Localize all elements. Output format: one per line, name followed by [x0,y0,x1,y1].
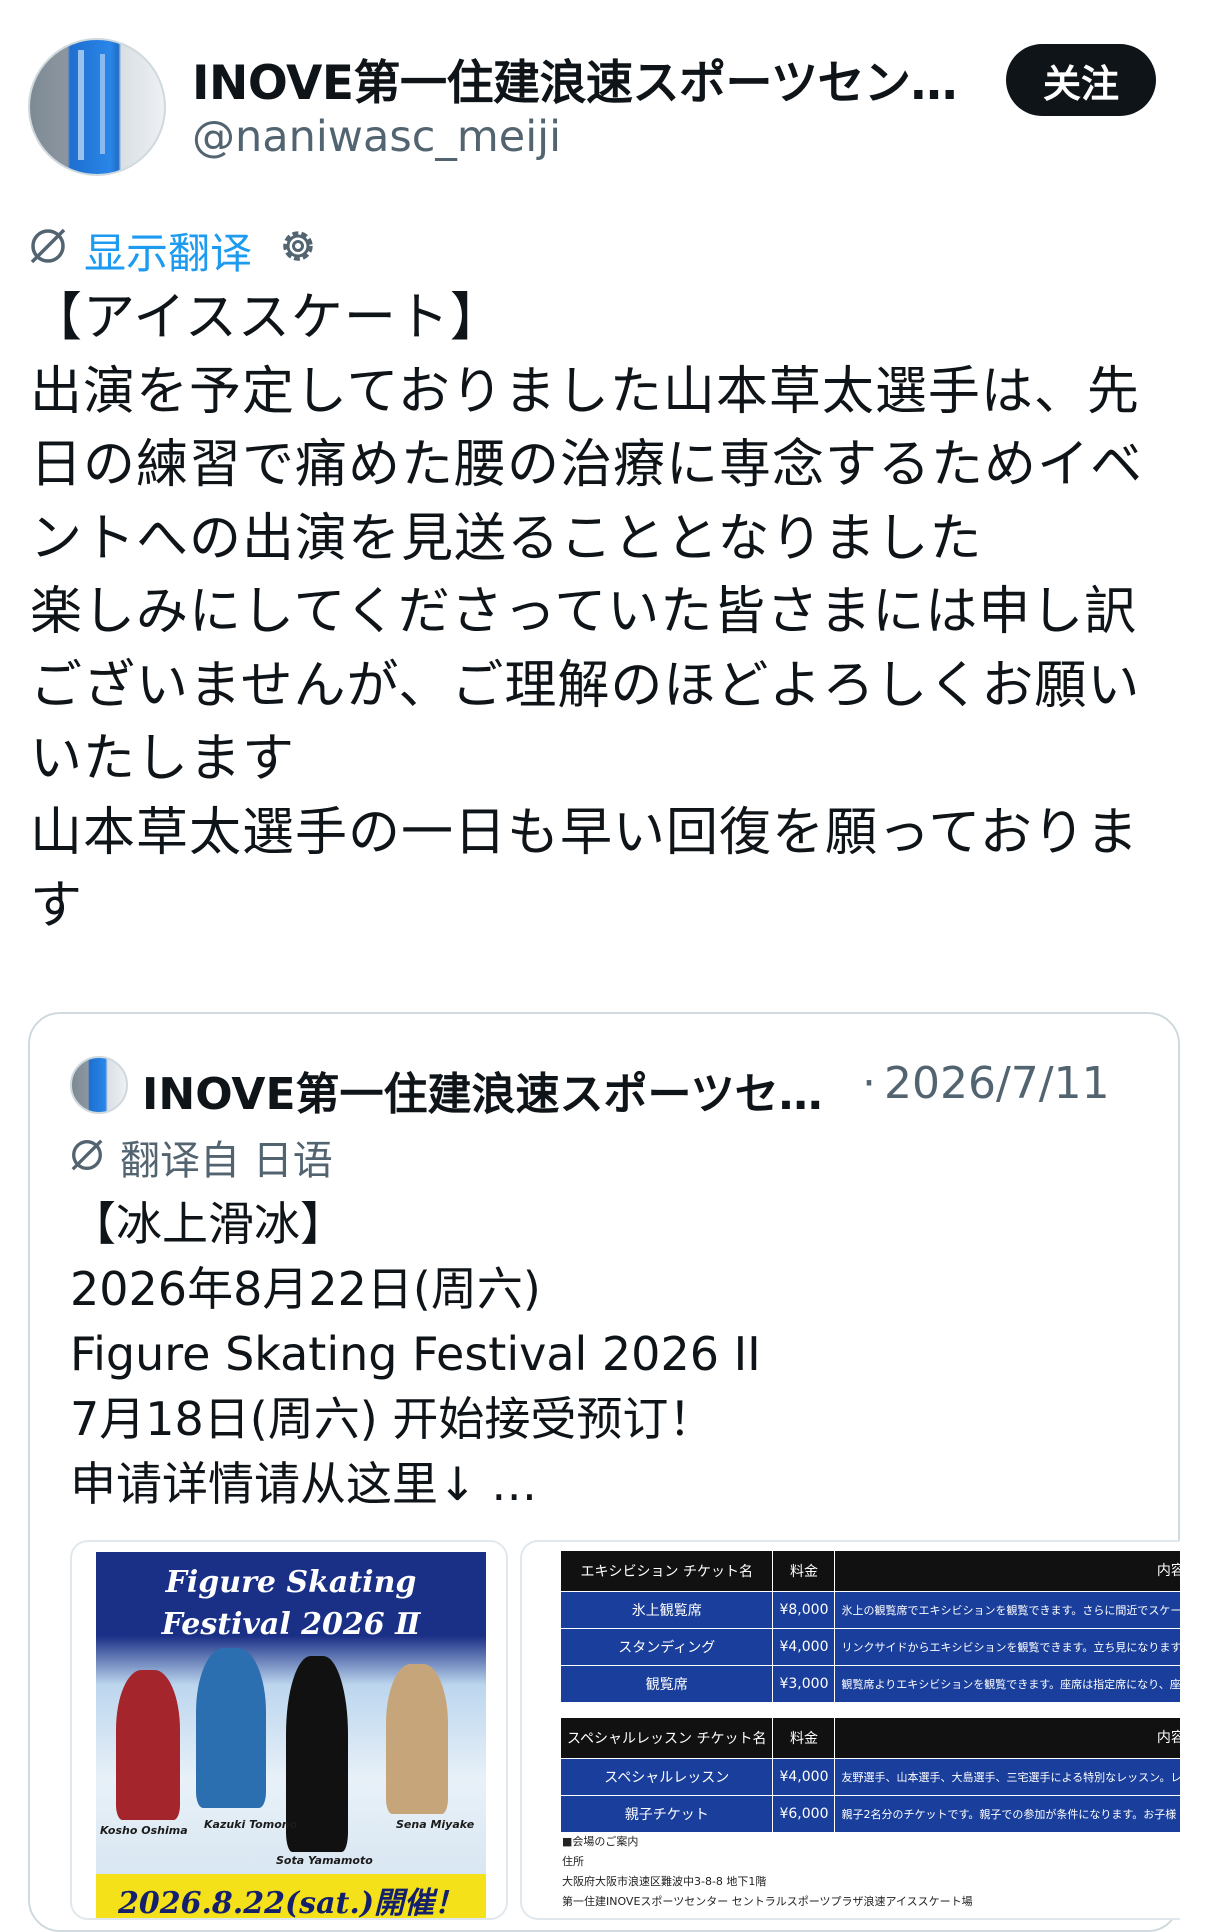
skater-caption: Sota Yamamoto [276,1854,373,1867]
table-header: スペシャルレッスン チケット名 [559,1717,774,1759]
follow-button[interactable]: 关注 [1006,44,1156,116]
table-cell: 親子2名分のチケットです。親子での参加が条件になります。お子様 [834,1795,1180,1833]
price-table: エキシビション チケット名 料金 内容 氷上観覧席 ¥8,000 氷上の観覧席で… [559,1550,1180,1833]
table-cell: 親子チケット [559,1795,774,1833]
table-header: 料金 [772,1717,836,1759]
table-cell: リンクサイドからエキシビションを観覧できます。立ち見になりますが、他では味わえな… [834,1628,1180,1666]
separator-dot: · [862,1058,876,1109]
table-cell: 氷上の観覧席でエキシビションを観覧できます。さらに間近でスケーターの演技を見るこ… [834,1591,1180,1629]
tweet-line: 山本草太選手の一日も早い回復を願っておりま [30,802,1139,863]
table-cell: 友野選手、山本選手、大島選手、三宅選手による特別なレッスン。レベル毎に分けてレッ… [834,1758,1180,1796]
user-handle[interactable]: @naniwasc_meiji [192,112,561,162]
venue-line: ■会場のご案内 [562,1835,639,1848]
tweet-line: ございませんが、ご理解のほどよろしくお願い [30,655,1141,716]
quoted-display-name[interactable]: INOVE第一住建浪速スポーツセ… [142,1058,862,1122]
tweet-line: いたします [30,729,296,789]
quoted-line: 申请详情请从这里↓ … [70,1457,538,1511]
show-translation-link[interactable]: 显示翻译 [84,220,252,281]
skater-caption: Sena Miyake [396,1818,475,1831]
media-image-poster[interactable]: Figure Skating Festival 2026 Ⅱ Kazuki To… [70,1540,508,1920]
table-cell: スペシャルレッスン [559,1758,774,1796]
tweet-line: ントへの出演を見送ることとなりました [30,508,983,569]
table-cell: 氷上観覧席 [559,1591,774,1629]
skater-figure [116,1670,180,1820]
tweet-text: 【アイススケート】 出演を予定しておりました山本草太選手は、先 日の練習で痛めた… [30,282,1180,944]
gear-icon[interactable] [276,224,320,268]
table-header: 内容 [834,1550,1180,1592]
table-cell: ¥4,000 [772,1628,836,1666]
table-cell: 観覧席 [559,1665,774,1703]
poster-title-line: Figure Skating [165,1565,417,1600]
display-name[interactable]: INOVE第一住建浪速スポーツセン… [192,44,962,113]
translate-icon [30,228,66,264]
table-cell: ¥8,000 [772,1591,836,1629]
quoted-line: Figure Skating Festival 2026 II [70,1327,761,1381]
quoted-date[interactable]: 2026/7/11 [884,1058,1110,1109]
avatar-detail [100,54,105,154]
translated-from-label: 翻译自 日语 [120,1138,333,1184]
venue-line: 住所 [562,1855,584,1868]
table-cell: ¥3,000 [772,1665,836,1703]
table-cell: スタンディング [559,1628,774,1666]
poster-date-banner: 2026.8.22(sat.)開催！ [96,1874,486,1918]
media-image-price-table[interactable]: エキシビション チケット名 料金 内容 氷上観覧席 ¥8,000 氷上の観覧席で… [520,1540,1180,1920]
quoted-line: 7月18日(周六) 开始接受预订！ [70,1392,715,1446]
venue-info: ■会場のご案内 住所 大阪府大阪市浪速区難波中3-8-8 地下1階 第一住建IN… [562,1832,973,1912]
skater-figure [386,1664,448,1814]
quoted-avatar[interactable] [70,1056,128,1114]
quoted-line: 【冰上滑冰】 [70,1197,346,1251]
poster-title: Figure Skating Festival 2026 Ⅱ [96,1562,486,1646]
tweet-line: 【アイススケート】 [30,288,503,348]
table-cell: ¥4,000 [772,1758,836,1796]
venue-line: 第一住建INOVEスポーツセンター セントラルスポーツプラザ浪速アイススケート場 [562,1895,973,1908]
poster-title-line: Festival 2026 Ⅱ [161,1607,421,1642]
tweet-line: 楽しみにしてくださっていた皆さまには申し訳 [30,582,1138,642]
table-header: エキシビション チケット名 [559,1550,774,1592]
event-poster: Figure Skating Festival 2026 Ⅱ Kazuki To… [96,1552,486,1918]
quoted-tweet-text: 【冰上滑冰】 2026年8月22日(周六) Figure Skating Fes… [70,1192,1150,1517]
skater-figure [196,1648,266,1808]
skater-caption: Kosho Oshima [100,1824,188,1837]
translate-icon [71,1139,103,1171]
avatar-detail [78,50,84,160]
tweet-line: す [30,876,84,936]
table-header: 内容 [834,1717,1180,1759]
table-cell: ¥6,000 [772,1795,836,1833]
table-header: 料金 [772,1550,836,1592]
venue-line: 大阪府大阪市浪速区難波中3-8-8 地下1階 [562,1875,767,1888]
tweet-line: 日の練習で痛めた腰の治療に専念するためイベ [30,435,1144,495]
table-cell: 観覧席よりエキシビションを観覧できます。座席は指定席になり、座ってゆっくりと全体… [834,1665,1180,1703]
tweet-line: 出演を予定しておりました山本草太選手は、先 [30,361,1140,422]
profile-avatar[interactable] [28,38,166,176]
quoted-line: 2026年8月22日(周六) [70,1262,541,1316]
skater-caption: Kazuki Tomono [204,1818,298,1831]
